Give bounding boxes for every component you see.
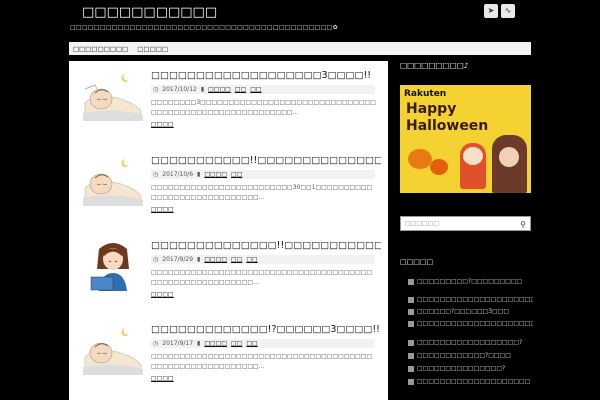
folder-icon: ▮ xyxy=(200,86,205,93)
folder-icon: ▮ xyxy=(197,340,201,347)
ranking-item[interactable]: □□□□□□□□□□□□□□□? xyxy=(408,365,533,372)
post-category[interactable]: □□ xyxy=(235,86,246,93)
post-title[interactable]: □□□□□□□□□□□□□□□□□□□3□□□□!! xyxy=(151,70,381,81)
ranking-item[interactable]: □□□□□□□□□□□□□□□□□□□□ xyxy=(408,378,533,385)
post-excerpt: □□□□□□□□□□□□□□□□□□□□□□□□□□□□□□□□□□□□□□□□… xyxy=(151,269,373,286)
post-category[interactable]: □□ xyxy=(246,256,257,263)
banner-headline: Halloween xyxy=(406,118,489,134)
post-excerpt: □□□□□□□□3□□□□□□□□□□□□□□□□□□□□□□□□□□□□□□□… xyxy=(151,99,376,116)
post-thumb-icon xyxy=(408,352,414,359)
post-category[interactable]: □□□□ xyxy=(204,340,227,347)
post-excerpt: □□□□□□□□□□□□□□□□□□□□□□□□□30□□1□□□□□□□□□□… xyxy=(151,184,373,201)
post-category[interactable]: □□□□ xyxy=(208,86,231,93)
post-excerpt: □□□□□□□□□□□□□□□□□□□□□□□□□□□□□□□□□□□□□□□□… xyxy=(151,353,373,370)
rss-icon[interactable]: ∿ xyxy=(501,4,515,18)
read-more-link[interactable]: □□□□ xyxy=(151,291,174,298)
site-title[interactable]: □□□□□□□□□□□ xyxy=(82,5,217,20)
post-thumb-icon xyxy=(408,365,414,372)
clock-icon: ◷ xyxy=(153,256,159,263)
read-more-link[interactable]: □□□□ xyxy=(151,121,174,128)
list-item: □□□□□□□□□□□□□□!!□□□□□□□□□□□□□□!! ◷ 2017/… xyxy=(69,231,388,313)
ranking-item[interactable]: □□□□□□□□□□□□?□□□□ xyxy=(408,352,533,359)
widget-title: □□□□□ xyxy=(400,258,434,266)
nav-item-about[interactable]: □□□□□ xyxy=(137,45,168,53)
read-more-link[interactable]: □□□□ xyxy=(151,206,174,213)
widget-title: □□□□□□□□□♪ xyxy=(400,61,469,70)
post-title[interactable]: □□□□□□□□□□□□□!?□□□□□□3□□□□!! xyxy=(151,324,381,335)
post-title[interactable]: □□□□□□□□□□□!!□□□□□□□□□□□□□□□□!? xyxy=(151,155,381,166)
post-thumb-icon xyxy=(408,320,414,327)
post-thumb-icon xyxy=(408,378,414,385)
post-thumb-icon xyxy=(408,278,414,285)
post-meta: ◷ 2017/10/6 ▮ □□□□ □□ xyxy=(151,170,375,179)
post-category[interactable]: □□ xyxy=(246,340,257,347)
ranking-widget: □□□□□ xyxy=(400,258,531,270)
sleeping-baby-thumbnail[interactable] xyxy=(81,154,145,207)
search-icon[interactable]: ⚲ xyxy=(520,218,526,231)
list-item: □□□□□□□□□□□□□□□□□□□3□□□□!! ◷ 2017/10/12 … xyxy=(69,61,388,143)
post-thumb-icon xyxy=(408,308,414,315)
halloween-banner[interactable]: Rakuten Happy Halloween xyxy=(400,85,531,193)
global-nav: □□□□□□□□□ □□□□□ xyxy=(69,42,531,55)
search-input[interactable]: □□□□□□ ⚲ xyxy=(400,216,531,231)
folder-icon: ▮ xyxy=(197,171,201,178)
post-title[interactable]: □□□□□□□□□□□□□□!!□□□□□□□□□□□□□□!! xyxy=(151,240,381,251)
clock-icon: ◷ xyxy=(153,86,159,93)
clock-icon: ◷ xyxy=(153,340,159,347)
post-category[interactable]: □□ xyxy=(231,256,242,263)
costume-woman-face xyxy=(499,147,519,167)
sidebar: □□□□□□□□□♪ Rakuten Happy Halloween xyxy=(400,61,531,193)
post-meta: ◷ 2017/9/29 ▮ □□□□ □□ □□ xyxy=(151,255,375,264)
folder-icon: ▮ xyxy=(197,256,201,263)
post-thumb-icon xyxy=(408,339,414,346)
ranking-item[interactable]: □□□□□□□□□□□□□□□□□□□□□ xyxy=(408,320,533,327)
ranking-item[interactable]: □□□□□□□□□?□□□□□□□□□ xyxy=(408,278,533,285)
post-date: 2017/9/29 xyxy=(162,256,194,263)
post-category[interactable]: □□ xyxy=(250,86,261,93)
post-meta: ◷ 2017/10/12 ▮ □□□□ □□ □□ xyxy=(151,85,375,94)
post-list: □□□□□□□□□□□□□□□□□□□3□□□□!! ◷ 2017/10/12 … xyxy=(69,61,388,400)
ranking-item[interactable]: □□□□□□□□□□□□□□□□□□□□□ xyxy=(408,296,533,303)
post-date: 2017/10/6 xyxy=(162,171,194,178)
list-item: □□□□□□□□□□□□□!?□□□□□□3□□□□!! ◷ 2017/9/17… xyxy=(69,315,388,397)
read-more-link[interactable]: □□□□ xyxy=(151,375,174,382)
banner-headline: Happy xyxy=(406,101,457,117)
post-category[interactable]: □□ xyxy=(231,171,242,178)
post-date: 2017/9/17 xyxy=(162,340,194,347)
post-category[interactable]: □□□□ xyxy=(204,171,227,178)
sleeping-baby-thumbnail[interactable] xyxy=(81,69,145,122)
feedly-icon[interactable]: ➤ xyxy=(484,4,498,18)
nav-item-home[interactable]: □□□□□□□□□ xyxy=(73,45,128,53)
clown-face xyxy=(463,147,483,165)
sleeping-baby-thumbnail[interactable] xyxy=(81,323,145,376)
pumpkin-icon xyxy=(408,149,432,169)
post-category[interactable]: □□□□ xyxy=(204,256,227,263)
operator-woman-thumbnail[interactable] xyxy=(81,239,145,291)
ranking-item[interactable]: □□□□□□?□□□□□□3□□□ xyxy=(408,308,533,315)
post-meta: ◷ 2017/9/17 ▮ □□□□ □□ □□ xyxy=(151,339,375,348)
list-item: □□□□□□□□□□□!!□□□□□□□□□□□□□□□□!? ◷ 2017/1… xyxy=(69,146,388,228)
post-category[interactable]: □□ xyxy=(231,340,242,347)
site-description: □□□□□□□□□□□□□□□□□□□□□□□□□□□□□□□□□□□□□□□□… xyxy=(70,24,338,31)
clock-icon: ◷ xyxy=(153,171,159,178)
post-date: 2017/10/12 xyxy=(162,86,197,93)
post-thumb-icon xyxy=(408,296,414,303)
rakuten-logo: Rakuten xyxy=(404,89,447,99)
pumpkin-icon xyxy=(430,159,448,175)
ranking-item[interactable]: □□□□□□□□□□□□□□□□□□? xyxy=(408,339,533,346)
